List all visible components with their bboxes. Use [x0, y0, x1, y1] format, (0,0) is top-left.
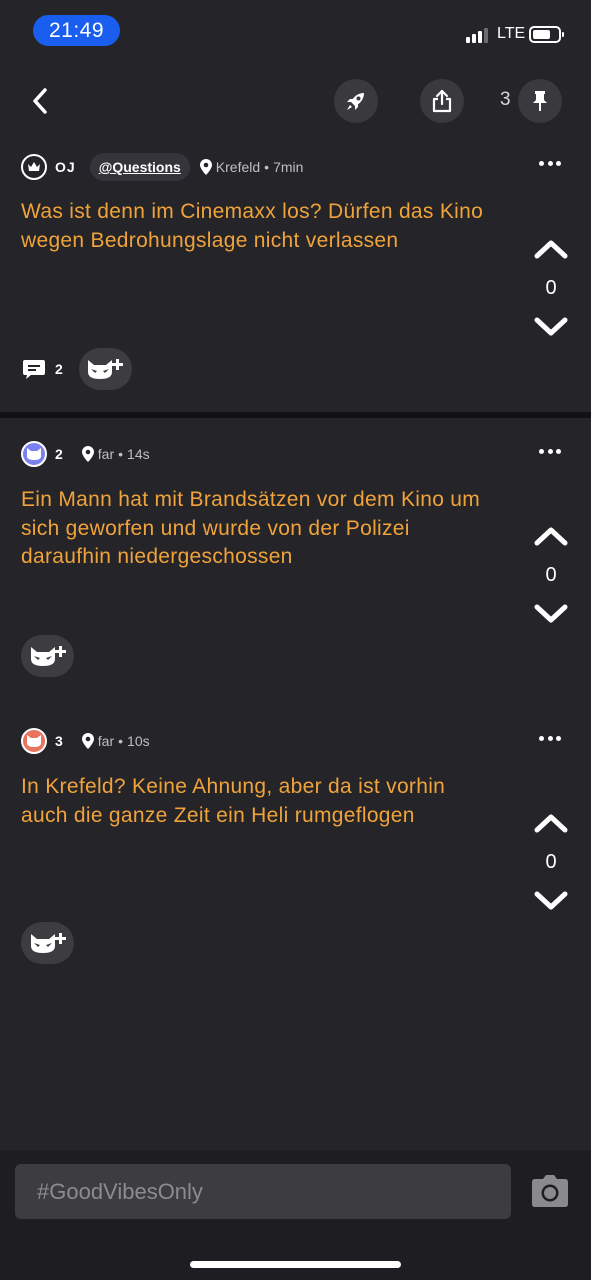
signal-icon: [466, 27, 488, 43]
upvote-icon: [534, 814, 568, 833]
back-button[interactable]: [20, 81, 60, 121]
status-bar: 21:49 LTE: [0, 0, 591, 62]
separator-dot: •: [118, 733, 124, 749]
back-icon: [33, 88, 47, 114]
vote-count: 0: [545, 277, 557, 299]
home-indicator: [190, 1261, 401, 1268]
comment-count: 2: [55, 361, 63, 377]
separator-dot: •: [118, 446, 124, 462]
pin-icon: [533, 91, 547, 111]
battery-icon: [529, 26, 564, 43]
location-icon: [81, 446, 94, 462]
comments-button[interactable]: 2: [21, 357, 63, 381]
add-reaction-button[interactable]: [21, 922, 74, 964]
share-icon: [432, 89, 452, 113]
camera-icon: [532, 1175, 568, 1207]
vote-control: 0: [528, 521, 574, 629]
more-button[interactable]: [539, 447, 561, 455]
rocket-icon: [347, 93, 364, 110]
vote-control: 0: [528, 234, 574, 342]
network-type: LTE: [497, 25, 526, 42]
location-label: far: [97, 446, 115, 462]
reply-post: 2 far • 14s Ein Mann hat mit Brandsätzen…: [0, 440, 591, 700]
upvote-button[interactable]: [528, 234, 574, 264]
channel-link[interactable]: @Questions: [89, 153, 190, 181]
upvote-button[interactable]: [528, 808, 574, 838]
vote-count: 0: [545, 564, 557, 586]
compose-bar: #GoodVibesOnly: [0, 1150, 591, 1280]
status-time: 21:49: [33, 15, 120, 46]
camera-button[interactable]: [530, 1174, 570, 1210]
separator-dot: •: [264, 159, 270, 175]
downvote-button[interactable]: [528, 312, 574, 342]
avatar: [21, 728, 47, 754]
upvote-icon: [534, 240, 568, 259]
top-navigation: 3: [0, 76, 591, 126]
post-text: Was ist denn im Cinemaxx los? Dürfen das…: [21, 200, 484, 252]
author-name: 2: [55, 446, 64, 462]
avatar: [21, 441, 47, 467]
share-button[interactable]: [420, 79, 464, 123]
add-reaction-button[interactable]: [78, 348, 132, 390]
crown-icon: [21, 154, 47, 180]
add-reaction-button[interactable]: [21, 635, 74, 677]
post-time: 7min: [273, 159, 304, 175]
pin-count: 3: [500, 89, 511, 110]
upvote-icon: [534, 527, 568, 546]
downvote-button[interactable]: [528, 886, 574, 916]
vote-count: 0: [545, 851, 557, 873]
pin-button[interactable]: [518, 79, 562, 123]
reply-post: 3 far • 10s In Krefeld? Keine Ahnung, ab…: [0, 727, 591, 987]
downvote-icon: [534, 891, 568, 910]
boost-button[interactable]: [334, 79, 378, 123]
downvote-button[interactable]: [528, 599, 574, 629]
reply-input[interactable]: #GoodVibesOnly: [15, 1164, 511, 1219]
location-label: far: [97, 733, 115, 749]
more-button[interactable]: [539, 159, 561, 167]
more-icon: [539, 735, 544, 741]
post-meta: OJ @Questions Krefeld • 7min: [21, 153, 303, 181]
post-time: 14s: [127, 446, 150, 462]
original-post: OJ @Questions Krefeld • 7min Was ist den…: [0, 150, 591, 412]
comment-icon: [23, 360, 45, 379]
more-button[interactable]: [539, 734, 561, 742]
location-label: Krefeld: [215, 159, 261, 175]
downvote-icon: [534, 604, 568, 623]
vote-control: 0: [528, 808, 574, 916]
upvote-button[interactable]: [528, 521, 574, 551]
post-separator: [0, 412, 591, 418]
add-reaction-icon: [88, 359, 124, 379]
author-name: OJ: [55, 159, 76, 175]
post-text: Ein Mann hat mit Brandsätzen vor dem Kin…: [21, 488, 481, 568]
post-footer: [21, 922, 74, 964]
add-reaction-icon: [30, 646, 66, 666]
location-icon: [81, 733, 94, 749]
post-meta: 3 far • 10s: [21, 727, 150, 755]
downvote-icon: [534, 317, 568, 336]
post-time: 10s: [127, 733, 150, 749]
more-icon: [539, 160, 544, 166]
post-text: In Krefeld? Keine Ahnung, aber da ist vo…: [21, 775, 446, 827]
location-icon: [199, 159, 212, 175]
more-icon: [539, 448, 544, 454]
post-footer: [21, 635, 74, 677]
post-meta: 2 far • 14s: [21, 440, 150, 468]
post-footer: 2: [21, 348, 132, 390]
author-name: 3: [55, 733, 64, 749]
add-reaction-icon: [30, 933, 66, 953]
